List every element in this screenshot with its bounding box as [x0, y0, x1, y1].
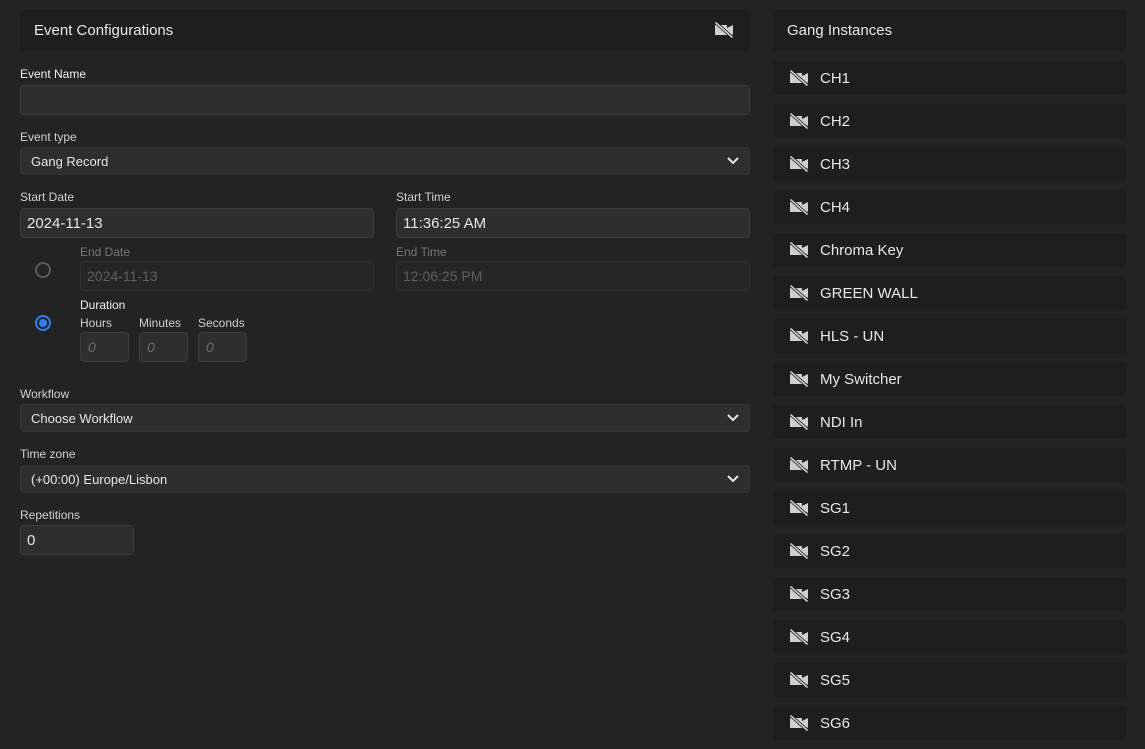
chevron-down-icon — [727, 414, 739, 422]
start-date-label: Start Date — [20, 190, 75, 204]
gang-instance-item[interactable]: My Switcher — [773, 362, 1127, 396]
gang-instance-item[interactable]: CH4 — [773, 190, 1127, 224]
end-time-label: End Time — [396, 245, 447, 259]
start-date-input[interactable]: 2024-11-13 — [20, 208, 374, 238]
event-type-value: Gang Record — [31, 153, 109, 169]
app: Event Configurations Event Name Event ty… — [0, 0, 1145, 749]
gang-instance-item[interactable]: CH3 — [773, 147, 1127, 181]
video-off-icon — [789, 629, 809, 645]
video-off-icon — [789, 242, 809, 258]
gang-instance-item[interactable]: SG1 — [773, 491, 1127, 525]
gang-instance-label: SG3 — [820, 585, 851, 603]
gang-instance-label: SG5 — [820, 671, 851, 689]
chevron-down-icon — [727, 475, 739, 483]
event-type-select[interactable]: Gang Record — [20, 147, 750, 175]
gang-instance-item[interactable]: HLS - UN — [773, 319, 1127, 353]
gang-instance-label: CH4 — [820, 198, 851, 216]
video-off-icon — [789, 543, 809, 559]
panel-title: Event Configurations — [34, 21, 174, 39]
end-date-label: End Date — [80, 245, 131, 259]
gang-instance-item[interactable]: CH1 — [773, 61, 1127, 95]
gang-instance-label: SG4 — [820, 628, 851, 646]
gang-instance-label: Chroma Key — [820, 241, 904, 259]
start-time-label: Start Time — [396, 190, 451, 204]
gang-instance-label: CH2 — [820, 112, 851, 130]
gang-instance-label: SG1 — [820, 499, 851, 517]
start-time-input[interactable]: 11:36:25 AM — [396, 208, 750, 238]
workflow-label: Workflow — [20, 387, 70, 401]
video-off-icon — [789, 672, 809, 688]
minutes-input[interactable]: 0 — [139, 332, 188, 362]
seconds-input[interactable]: 0 — [198, 332, 247, 362]
video-off-icon — [789, 156, 809, 172]
gang-instance-item[interactable]: Chroma Key — [773, 233, 1127, 267]
workflow-value: Choose Workflow — [31, 410, 133, 426]
timezone-select[interactable]: (+00:00) Europe/Lisbon — [20, 465, 750, 493]
duration-radio[interactable] — [35, 315, 51, 331]
workflow-select[interactable]: Choose Workflow — [20, 404, 750, 432]
event-config-panel: Event Configurations — [20, 9, 750, 51]
gang-instance-label: CH3 — [820, 155, 851, 173]
gang-instance-label: HLS - UN — [820, 327, 885, 345]
gang-instances-panel: Gang Instances CH1 CH2 CH3 CH4 Chroma Key GRE… — [773, 9, 1127, 740]
minutes-label: Minutes — [139, 316, 182, 330]
repetitions-label: Repetitions — [20, 508, 81, 522]
gang-instance-item[interactable]: RTMP - UN — [773, 448, 1127, 482]
gang-instance-item[interactable]: NDI In — [773, 405, 1127, 439]
end-date-radio[interactable] — [35, 262, 51, 278]
hours-label: Hours — [80, 316, 113, 330]
video-off-icon — [789, 500, 809, 516]
timezone-value: (+00:00) Europe/Lisbon — [31, 471, 168, 487]
gang-instance-label: SG2 — [820, 542, 851, 560]
hours-input[interactable]: 0 — [80, 332, 129, 362]
gang-instance-item[interactable]: SG5 — [773, 663, 1127, 697]
event-type-label: Event type — [20, 130, 77, 144]
event-config-header: Event Configurations — [20, 9, 750, 51]
gang-instance-item[interactable]: SG4 — [773, 620, 1127, 654]
gang-instance-item[interactable]: SG6 — [773, 706, 1127, 740]
chevron-down-icon — [727, 157, 739, 165]
gang-instance-label: RTMP - UN — [820, 456, 897, 474]
video-off-icon — [789, 371, 809, 387]
gang-instances-header: Gang Instances — [773, 9, 1127, 51]
duration-label: Duration — [80, 298, 126, 312]
event-name-label: Event Name — [20, 67, 87, 81]
end-time-input: 12:06:25 PM — [396, 261, 750, 291]
video-off-icon — [789, 586, 809, 602]
video-off-icon — [789, 199, 809, 215]
end-date-input: 2024-11-13 — [80, 261, 374, 291]
video-off-icon — [789, 715, 809, 731]
video-off-icon — [789, 328, 809, 344]
repetitions-input[interactable]: 0 — [20, 525, 134, 555]
video-off-icon — [789, 457, 809, 473]
video-off-icon — [789, 70, 809, 86]
gang-instance-label: My Switcher — [820, 370, 902, 388]
gang-instance-label: NDI In — [820, 413, 863, 431]
gang-instance-label: SG6 — [820, 714, 851, 732]
timezone-label: Time zone — [20, 447, 76, 461]
gang-instance-item[interactable]: GREEN WALL — [773, 276, 1127, 310]
gang-instances-list: CH1 CH2 CH3 CH4 Chroma Key GREEN WALL HLS - UN… — [773, 61, 1127, 749]
video-off-icon[interactable] — [714, 22, 734, 38]
seconds-label: Seconds — [198, 316, 245, 330]
video-off-icon — [789, 414, 809, 430]
gang-instance-item[interactable]: CH2 — [773, 104, 1127, 138]
gang-instance-item[interactable]: SG3 — [773, 577, 1127, 611]
gang-instance-label: GREEN WALL — [820, 284, 918, 302]
gang-instance-label: CH1 — [820, 69, 851, 87]
video-off-icon — [789, 113, 809, 129]
event-name-input[interactable] — [20, 85, 750, 115]
gang-instance-item[interactable]: SG2 — [773, 534, 1127, 568]
video-off-icon — [789, 285, 809, 301]
